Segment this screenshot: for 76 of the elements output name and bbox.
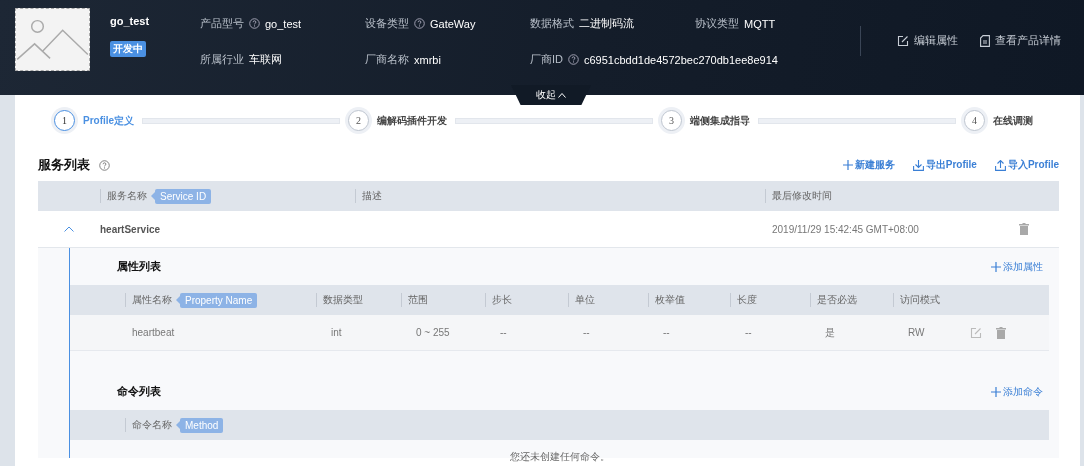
step-label[interactable]: 在线调测 <box>993 113 1033 128</box>
status-badge: 开发中 <box>110 41 146 57</box>
table-cell-text: -- <box>662 327 671 338</box>
table-cell-text: -- <box>744 327 753 338</box>
subsection-title: 命令列表 <box>117 384 161 399</box>
help-icon[interactable] <box>414 18 425 29</box>
column-header: 服务名称 <box>100 189 147 203</box>
plus-icon <box>991 386 1001 397</box>
column-header: 描述 <box>355 189 382 203</box>
step-number: 4 <box>964 110 985 131</box>
table-cell-text: int <box>330 327 343 338</box>
header-action-link[interactable]: 编辑属性 <box>897 33 958 48</box>
field-label: 厂商ID <box>530 52 563 67</box>
field-value: 二进制码流 <box>579 16 634 31</box>
chevron-icon[interactable] <box>64 226 74 232</box>
step-number: 2 <box>348 110 370 131</box>
column-header: 单位 <box>568 293 595 307</box>
step-number: 1 <box>54 110 75 131</box>
field-value: MQTT <box>744 17 776 30</box>
column-header: 长度 <box>730 293 757 307</box>
upload-icon <box>994 159 1006 171</box>
service-name: heartService <box>100 223 162 235</box>
step-label[interactable]: 端侧集成指导 <box>690 113 751 128</box>
column-header: 最后修改时间 <box>765 189 832 203</box>
field-value: GateWay <box>430 17 476 30</box>
table-cell-text: 是 <box>824 325 836 340</box>
download-icon <box>912 159 924 171</box>
table-cell-text: -- <box>499 327 508 338</box>
column-header: 访问模式 <box>893 293 940 307</box>
delete-icon[interactable] <box>996 326 1006 339</box>
plus-icon <box>842 160 853 170</box>
field-value: go_test <box>265 17 302 30</box>
help-icon[interactable] <box>249 18 260 29</box>
column-header: 数据类型 <box>316 293 363 307</box>
table-cell-text: -- <box>582 327 591 338</box>
field-label: 设备类型 <box>365 16 409 31</box>
document-icon <box>980 34 990 47</box>
image-placeholder-icon <box>15 8 90 71</box>
modified-time: 2019/11/29 15:42:45 GMT+08:00 <box>771 223 920 235</box>
table-cell-text: RW <box>907 327 926 338</box>
field-label: 产品型号 <box>200 16 244 31</box>
field-label: 数据格式 <box>530 16 574 31</box>
field-label: 协议类型 <box>695 16 739 31</box>
plus-icon <box>991 261 1001 272</box>
column-header: 属性名称 <box>125 293 172 307</box>
table-cell-text: heartbeat <box>131 327 176 338</box>
delete-icon[interactable] <box>1019 223 1029 235</box>
subsection-title: 属性列表 <box>117 259 161 274</box>
step-label[interactable]: 编解码插件开发 <box>377 113 448 128</box>
field-value: 车联网 <box>249 52 282 67</box>
toolbar-link[interactable]: 导出Profile <box>912 158 977 172</box>
help-icon[interactable] <box>99 159 110 171</box>
field-value: xmrbi <box>414 53 441 66</box>
help-icon[interactable] <box>568 54 579 65</box>
header-action-link[interactable]: 查看产品详情 <box>980 33 1061 48</box>
toolbar-link[interactable]: 导入Profile <box>994 158 1059 172</box>
add-link[interactable]: 添加命令 <box>985 383 1049 400</box>
section-title: 服务列表 <box>38 156 90 174</box>
column-header: 是否必选 <box>810 293 857 307</box>
column-header: 范围 <box>401 293 428 307</box>
collapse-tab[interactable]: 收起 <box>511 85 591 105</box>
field-value: c6951cbdd1de4572bec270db1ee8e914 <box>584 53 778 66</box>
edit-icon[interactable] <box>970 326 982 339</box>
toolbar-link[interactable]: 新建服务 <box>842 158 895 172</box>
field-label: 所属行业 <box>200 52 244 67</box>
column-header: 步长 <box>485 293 512 307</box>
step-number: 3 <box>661 110 683 131</box>
add-link[interactable]: 添加属性 <box>985 258 1049 275</box>
table-cell-text: 0 ~ 255 <box>415 327 451 338</box>
edit-icon <box>897 34 909 47</box>
product-name: go_test <box>110 15 150 27</box>
column-header: 枚举值 <box>648 293 685 307</box>
chevron-up-icon <box>558 92 566 98</box>
field-label: 厂商名称 <box>365 52 409 67</box>
empty-message: 您还未创建任何命令。 <box>509 450 610 464</box>
column-header: 命令名称 <box>125 418 172 432</box>
